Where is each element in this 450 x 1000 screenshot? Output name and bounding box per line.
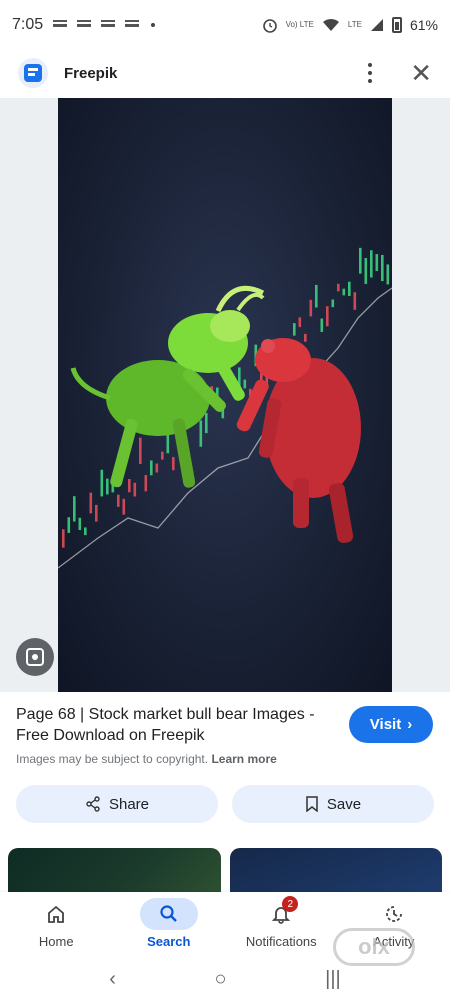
candlestick [293,323,296,336]
candlestick [359,247,362,274]
candlestick [172,457,175,471]
candlestick [370,250,373,278]
more-vert-icon[interactable] [360,61,380,85]
app-bar: Freepik ✕ [0,50,450,96]
candlestick [150,460,153,476]
back-icon[interactable]: ‹ [109,968,116,991]
nav-home[interactable]: Home [6,898,106,949]
result-title[interactable]: Page 68 | Stock market bull bear Images … [16,704,336,746]
candlestick [117,494,120,507]
nav-search-label: Search [147,934,191,949]
candlestick [331,299,335,308]
candlestick [337,283,340,292]
candlestick [298,317,302,328]
notification-icon [51,18,70,32]
candlestick [106,478,109,495]
share-icon [86,796,100,812]
share-button[interactable]: Share [16,785,218,823]
learn-more-link[interactable]: Learn more [211,752,276,766]
image-preview-area [0,98,450,692]
freepik-logo-icon [18,58,48,88]
signal-icon [370,19,383,31]
candlestick [89,492,93,514]
related-image-thumbnail[interactable] [229,848,442,892]
home-circle-icon[interactable]: ○ [214,968,226,991]
candlestick [84,527,87,536]
lens-icon [26,648,44,666]
visit-label: Visit [369,716,402,733]
notification-icon [123,18,142,32]
bull-bear-image[interactable] [58,98,392,692]
bear-figure [236,338,361,543]
share-label: Share [108,795,150,813]
notification-badge: 2 [282,896,299,912]
home-icon [48,905,65,923]
candlestick [348,281,351,296]
candlestick [304,333,307,342]
save-button[interactable]: Save [232,785,434,823]
candlestick [95,504,98,522]
nav-notifications-label: Notifications [245,934,317,949]
battery-icon [391,17,402,33]
nav-notifications[interactable]: 2 Notifications [231,896,331,949]
site-title: Freepik [64,64,118,82]
search-icon [160,905,177,922]
chevron-right-icon: › [407,716,413,733]
candlestick [326,306,329,327]
related-image-thumbnail[interactable] [8,848,221,892]
candlestick [73,496,76,522]
candlestick [128,479,131,493]
candlestick [205,413,208,434]
candlestick [309,299,313,317]
close-icon[interactable]: ✕ [410,60,432,86]
action-buttons: Share Save [16,785,434,823]
copyright-text: Images may be subject to copyright. [16,752,209,766]
candlestick [166,432,170,454]
activity-icon [385,906,402,922]
candlestick [386,264,390,285]
status-bar: 7:05 Vo) LTE LTE 61% [0,0,450,50]
candlestick [161,451,164,460]
candlestick [78,517,82,531]
candlestick [199,420,203,447]
candlestick [364,258,368,284]
candlestick [133,482,137,497]
status-time: 7:05 [12,16,44,33]
candlestick [67,517,71,533]
bull-bear-artwork [58,247,392,569]
candlestick [155,463,159,473]
bull-figure [70,286,265,488]
volte-label: Vo) LTE [285,20,314,29]
notification-icon [75,18,94,32]
recents-icon[interactable]: ||| [325,968,341,991]
candlestick [100,469,104,497]
candlestick [62,529,65,548]
candlestick [243,379,247,389]
candlestick [315,284,318,308]
google-lens-button[interactable] [16,638,54,676]
notification-icon [99,18,118,32]
copyright-notice: Images may be subject to copyright. Lear… [16,752,434,766]
battery-level: 61% [409,17,438,33]
more-notifications-dot-icon [151,23,156,27]
nav-search[interactable]: Search [119,898,219,949]
candlestick [342,288,346,296]
alarm-icon [262,19,277,33]
lte-label: LTE [347,20,362,29]
candlestick [122,498,126,515]
candlestick [320,318,324,332]
candlestick [375,254,379,272]
nav-home-label: Home [38,934,74,949]
save-label: Save [326,795,362,813]
candlestick [139,437,142,464]
candlestick [353,292,357,310]
candlestick [381,254,384,282]
system-navigation: ‹ ○ ||| [0,958,450,1000]
visit-button[interactable]: Visit › [349,706,433,743]
bookmark-icon [306,796,318,812]
candlestick [144,475,148,492]
related-images [8,848,442,892]
wifi-icon [322,18,339,31]
